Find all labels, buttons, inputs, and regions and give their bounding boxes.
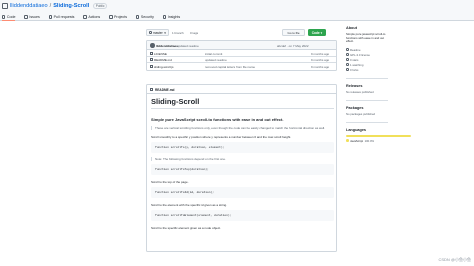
tab-insights[interactable]: Insights — [162, 13, 180, 21]
code-block: function scrollToElement(element, durati… — [151, 210, 334, 221]
language-bar — [346, 135, 411, 137]
readme-paragraph: Scroll to the element with the specific … — [151, 203, 228, 207]
releases-heading[interactable]: Releases — [346, 84, 388, 88]
visibility-badge: Public — [93, 3, 107, 9]
tab-pull-requests[interactable]: Pull requests — [48, 13, 74, 21]
file-time: 9 months ago — [311, 64, 330, 69]
pull-request-icon — [48, 15, 53, 19]
fork-icon — [346, 68, 349, 71]
file-commit-message[interactable]: updated readme — [205, 58, 227, 62]
chevron-down-icon: ▾ — [164, 30, 166, 35]
law-icon — [346, 53, 349, 56]
branch-icon — [149, 31, 152, 34]
go-to-file-button[interactable]: Go to file — [282, 29, 305, 36]
releases-text: No releases published — [346, 90, 374, 95]
tab-security[interactable]: Security — [136, 13, 154, 21]
readme-header: README.md — [147, 85, 336, 94]
language-item[interactable]: JavaScript 100.0% — [346, 139, 388, 143]
shield-icon — [136, 15, 140, 19]
readme-paragraph: Scroll to the top of the page. — [151, 180, 189, 184]
language-color-dot — [346, 139, 349, 142]
tab-issues[interactable]: Issues — [24, 13, 40, 21]
file-name[interactable]: sliding-scroll.js — [154, 65, 174, 69]
avatar[interactable] — [150, 43, 155, 48]
latest-commit-row: lliddenddatiaeo updated readme abcdef · … — [147, 41, 336, 50]
code-snippet: function scrollToId(id, duration); — [155, 191, 214, 194]
eye-icon — [346, 63, 349, 66]
code-block: function scrollTo(y, duration, element); — [151, 142, 334, 153]
file-commit-message[interactable]: initial commit — [205, 52, 222, 56]
repo-icon — [2, 3, 8, 9]
file-name[interactable]: README.md — [154, 58, 172, 62]
breadcrumb-separator: / — [49, 3, 52, 9]
readme-content: Sliding-Scroll Simple pure JavaScript sc… — [151, 97, 334, 230]
file-icon — [150, 64, 153, 68]
code-snippet: function scrollTo(y, duration, element); — [155, 146, 225, 149]
file-browser: lliddenddatiaeo updated readme abcdef · … — [146, 40, 337, 71]
repo-tabs: Code Issues Pull requests Actions Projec… — [2, 13, 180, 21]
code-snippet: function scrollToElement(element, durati… — [155, 214, 232, 217]
branch-toolbar: master ▾ 1 branch 0 tags Go to file Code… — [146, 29, 337, 37]
commit-hash[interactable]: abcdef · on 7 May 2022 — [277, 44, 309, 48]
divider — [346, 100, 388, 102]
code-block: function scrollToTop(duration); — [151, 164, 334, 175]
repo-owner-link[interactable]: lliddenddatiaeo — [10, 3, 48, 9]
readme-label: README.md — [155, 88, 175, 92]
play-icon — [83, 15, 87, 19]
list-icon[interactable] — [150, 88, 153, 91]
repo-sidebar: About Simple pure javascript scroll-to f… — [346, 26, 411, 143]
table-icon — [109, 15, 113, 19]
divider — [346, 122, 388, 124]
branches-link[interactable]: 1 branch — [172, 31, 184, 35]
commit-author[interactable]: lliddenddatiaeo — [156, 44, 178, 48]
commit-message[interactable]: updated readme — [177, 44, 199, 48]
readme-panel: README.md Sliding-Scroll Simple pure Jav… — [146, 84, 337, 252]
star-icon — [346, 58, 349, 61]
about-heading: About — [346, 26, 357, 30]
issue-icon — [24, 15, 28, 19]
about-list: Readme GPL-3.0 license 0 stars 1 watchin… — [346, 47, 388, 72]
graph-icon — [162, 15, 167, 19]
readme-subtitle: Simple pure JavaScript scroll-to functio… — [151, 117, 284, 122]
readme-note: These are vertical scrolling functions o… — [151, 126, 334, 130]
code-button[interactable]: Code ▾ — [308, 29, 326, 36]
tab-code[interactable]: Code — [2, 13, 16, 21]
divider — [346, 78, 388, 80]
code-snippet: function scrollToTop(duration); — [155, 168, 209, 171]
file-row[interactable]: sliding-scroll.js removed capital letter… — [147, 63, 336, 70]
file-icon — [150, 58, 153, 62]
book-icon — [346, 48, 349, 51]
about-description: Simple pure javascript scroll-to functio… — [346, 32, 386, 44]
repo-header: lliddenddatiaeo / Sliding-Scroll Public … — [0, 0, 474, 21]
forks-link[interactable]: 0 forks — [346, 67, 388, 72]
branch-select-button[interactable]: master ▾ — [146, 29, 169, 36]
tab-actions[interactable]: Actions — [83, 13, 100, 21]
packages-heading[interactable]: Packages — [346, 106, 388, 110]
tab-projects[interactable]: Projects — [109, 13, 127, 21]
readme-paragraph: Scroll to the specific element given as … — [151, 226, 221, 230]
repo-breadcrumb: lliddenddatiaeo / Sliding-Scroll Public — [2, 2, 107, 10]
readme-title: Sliding-Scroll — [151, 97, 334, 109]
file-icon — [150, 51, 153, 55]
repo-name-link[interactable]: Sliding-Scroll — [53, 3, 89, 9]
languages-heading: Languages — [346, 128, 367, 133]
file-time: 9 months ago — [311, 58, 330, 63]
readme-note: Note: The following functions depend on … — [151, 157, 334, 161]
tags-link[interactable]: 0 tags — [190, 31, 198, 35]
code-block: function scrollToId(id, duration); — [151, 187, 334, 198]
readme-paragraph: Scroll smoothly to a specific y position… — [151, 135, 292, 139]
chevron-down-icon: ▾ — [320, 30, 323, 35]
file-time: 9 months ago — [311, 51, 330, 56]
code-icon — [2, 15, 6, 19]
file-name[interactable]: LICENSE — [154, 52, 167, 56]
file-commit-message[interactable]: removed capital letters from file name — [205, 65, 255, 69]
watermark: CSDN @小鱼小鱼 — [438, 257, 471, 262]
packages-text: No packages published — [346, 112, 376, 117]
